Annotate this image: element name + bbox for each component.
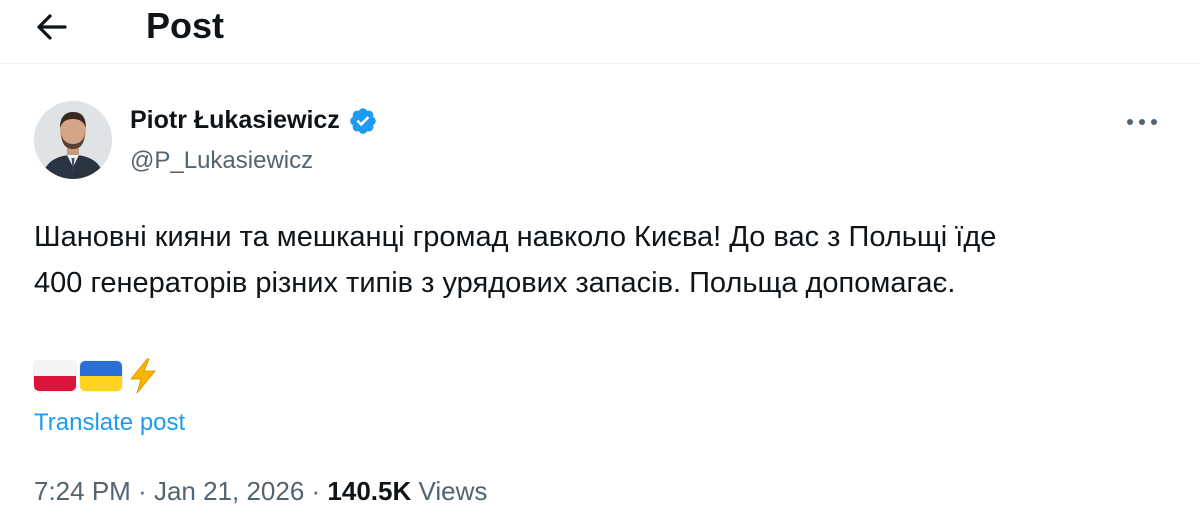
high-voltage-icon bbox=[130, 358, 156, 394]
post-date[interactable]: Jan 21, 2026 bbox=[154, 476, 304, 506]
ellipsis-icon bbox=[1127, 119, 1157, 125]
translate-post-link[interactable]: Translate post bbox=[34, 408, 185, 438]
post-metadata: 7:24 PM · Jan 21, 2026 · 140.5K Views bbox=[34, 475, 487, 507]
back-button[interactable] bbox=[30, 7, 74, 47]
meta-separator: · bbox=[130, 476, 154, 506]
flag-ukraine-icon bbox=[80, 361, 122, 391]
meta-separator: · bbox=[304, 476, 328, 506]
author-handle[interactable]: @P_Lukasiewicz bbox=[130, 145, 313, 177]
arrow-left-icon bbox=[37, 14, 67, 40]
page-title: Post bbox=[146, 5, 225, 46]
top-bar: Post bbox=[0, 0, 1200, 54]
views-label: Views bbox=[418, 476, 488, 506]
views-count: 140.5K bbox=[327, 476, 412, 506]
author-name-text: Piotr Łukasiewicz bbox=[130, 106, 340, 134]
emoji-row bbox=[34, 358, 160, 394]
verified-badge-icon bbox=[349, 108, 376, 134]
post-time[interactable]: 7:24 PM bbox=[34, 476, 131, 506]
more-options-button[interactable] bbox=[1120, 105, 1164, 139]
post-text-line-2: 400 генераторів різних типів з урядових … bbox=[34, 267, 956, 299]
post-text: Шановні кияни та мешканці громад навколо… bbox=[34, 214, 1174, 306]
author-name[interactable]: Piotr Łukasiewicz bbox=[130, 104, 378, 136]
header-divider bbox=[0, 63, 1200, 64]
avatar[interactable] bbox=[34, 101, 112, 179]
avatar-image bbox=[34, 101, 112, 179]
post-text-line-1: Шановні кияни та мешканці громад навколо… bbox=[34, 221, 997, 253]
flag-poland-icon bbox=[34, 361, 76, 391]
